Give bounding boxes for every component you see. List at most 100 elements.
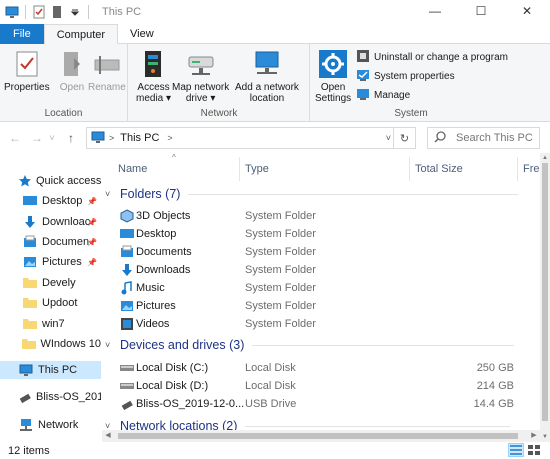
breadcrumb-chevron[interactable]: > — [167, 133, 172, 143]
manage-button[interactable]: Manage — [356, 87, 410, 104]
customize-chevron-icon[interactable] — [67, 4, 83, 20]
open-settings-button[interactable]: Open Settings — [315, 48, 351, 104]
collapse-chevron-icon[interactable]: ˅ — [105, 340, 110, 350]
3d-objects-icon — [120, 209, 134, 223]
this-pc-icon[interactable] — [4, 4, 20, 20]
group-header-devices[interactable]: ˅ Devices and drives (3) — [105, 338, 515, 352]
pin-icon: 📌 — [87, 237, 97, 247]
nav-item-windows-10[interactable]: WIndows 10 — [0, 335, 101, 353]
ribbon-group-location: Properties Open Rename Location — [0, 44, 128, 122]
table-row[interactable]: Documents System Folder — [102, 243, 540, 261]
table-row[interactable]: Music System Folder — [102, 279, 540, 297]
scrollbar-thumb[interactable] — [542, 163, 548, 421]
row-total-size: 14.4 GB — [473, 398, 514, 410]
window-title: This PC — [102, 6, 142, 18]
breadcrumb-chevron[interactable]: > — [109, 133, 114, 143]
column-header-total-size[interactable]: Total Size — [415, 163, 463, 175]
folder-icon — [22, 336, 37, 352]
properties-button[interactable]: Properties — [4, 48, 50, 93]
refresh-button[interactable]: ↻ — [393, 128, 415, 148]
nav-item-win7[interactable]: win7 — [0, 315, 101, 333]
nav-item-devely[interactable]: Devely — [0, 274, 101, 292]
table-row[interactable]: Downloads System Folder — [102, 261, 540, 279]
column-separator[interactable] — [409, 157, 410, 181]
table-row[interactable]: Local Disk (D:) Local Disk 214 GB — [102, 377, 540, 395]
vertical-scrollbar[interactable]: ▲ ▼ — [540, 153, 550, 442]
nav-item-bliss-os[interactable]: Bliss-OS_2019- — [0, 388, 101, 406]
scrollbar-thumb[interactable] — [118, 433, 518, 439]
column-separator[interactable] — [239, 157, 240, 181]
table-row[interactable]: Videos System Folder — [102, 315, 540, 333]
table-row[interactable]: Pictures System Folder — [102, 297, 540, 315]
horizontal-scrollbar[interactable]: ◀ ▶ — [102, 430, 540, 442]
address-dropdown-button[interactable]: ˅ — [386, 133, 391, 143]
new-folder-icon[interactable] — [49, 4, 65, 20]
ribbon-tabs: File Computer View — [0, 24, 550, 45]
tab-computer[interactable]: Computer — [43, 24, 119, 45]
nav-label-quick-access: Quick access — [36, 175, 101, 187]
column-header-type[interactable]: Type — [245, 163, 269, 175]
up-button[interactable]: ↑ — [62, 131, 80, 145]
row-total-size: 250 GB — [476, 362, 514, 374]
navigation-pane: Quick access Desktop 📌 Downloac 📌 Docume… — [0, 160, 101, 442]
system-properties-button[interactable]: System properties — [356, 68, 455, 85]
table-row[interactable]: Local Disk (C:) Local Disk 250 GB — [102, 359, 540, 377]
nav-item-quick-access[interactable]: Quick access — [0, 172, 101, 190]
table-row[interactable]: Desktop System Folder — [102, 225, 540, 243]
uninstall-icon — [356, 49, 370, 66]
scroll-right-arrow[interactable]: ▶ — [528, 430, 540, 442]
row-type: System Folder — [245, 246, 316, 258]
tab-file[interactable]: File — [0, 24, 44, 44]
scroll-down-arrow[interactable]: ▼ — [540, 432, 550, 442]
scroll-up-arrow[interactable]: ▲ — [540, 153, 550, 163]
nav-item-pictures[interactable]: Pictures 📌 — [0, 253, 101, 271]
maximize-button[interactable]: ☐ — [458, 0, 504, 22]
nav-item-updoot[interactable]: Updoot — [0, 294, 101, 312]
row-name: Downloads — [136, 264, 191, 276]
access-media-button[interactable]: Access media ▾ — [136, 48, 171, 104]
nav-label-this-pc: This PC — [38, 364, 78, 376]
nav-label-documents: Documen — [42, 236, 90, 248]
search-box[interactable]: Search This PC — [427, 127, 540, 149]
address-bar[interactable]: > This PC > ˅ ↻ — [86, 127, 416, 149]
nav-item-downloads[interactable]: Downloac 📌 — [0, 213, 101, 231]
tab-view[interactable]: View — [118, 24, 166, 44]
recent-locations-button[interactable]: ˅ — [46, 133, 58, 143]
forward-button[interactable]: → — [28, 131, 46, 145]
nav-item-network[interactable]: Network — [0, 416, 101, 434]
breadcrumb-this-pc[interactable]: This PC — [120, 132, 159, 144]
scroll-left-arrow[interactable]: ◀ — [102, 430, 114, 442]
column-separator[interactable] — [517, 157, 518, 181]
add-network-location-button[interactable]: Add a network location — [235, 48, 299, 104]
group-header-folders[interactable]: ˅ Folders (7) — [105, 187, 519, 201]
title-bar: This PC — ☐ ✕ — [0, 0, 550, 24]
row-name: 3D Objects — [136, 210, 191, 222]
table-row[interactable]: 3D Objects System Folder — [102, 207, 540, 225]
properties-check-icon[interactable] — [31, 4, 47, 20]
details-view-button[interactable] — [508, 443, 524, 457]
large-icons-view-button[interactable] — [526, 443, 542, 457]
open-icon — [56, 48, 88, 80]
back-button[interactable]: ← — [6, 131, 24, 145]
nav-item-this-pc[interactable]: This PC — [0, 361, 101, 379]
map-network-drive-button[interactable]: Map network drive ▾ — [172, 48, 229, 104]
access-media-label-2: media ▾ — [136, 93, 172, 104]
column-header-free-space[interactable]: Fre — [523, 163, 540, 175]
collapse-chevron-icon[interactable]: ˅ — [105, 189, 110, 199]
add-network-location-icon — [251, 48, 283, 80]
group-divider — [188, 193, 519, 195]
table-row[interactable]: Bliss-OS_2019-12-0... USB Drive 14.4 GB — [102, 395, 540, 413]
close-button[interactable]: ✕ — [504, 0, 550, 22]
uninstall-program-button[interactable]: Uninstall or change a program — [356, 49, 508, 66]
pin-icon: 📌 — [87, 196, 97, 206]
column-header-name[interactable]: Name — [118, 163, 147, 175]
rename-icon — [91, 48, 123, 80]
minimize-button[interactable]: — — [412, 0, 458, 22]
open-button[interactable]: Open — [56, 48, 88, 93]
hard-drive-icon — [120, 361, 134, 375]
map-network-drive-label: Map network — [172, 82, 230, 93]
network-icon — [18, 417, 34, 433]
nav-item-documents[interactable]: Documen 📌 — [0, 233, 101, 251]
rename-button[interactable]: Rename — [88, 48, 126, 93]
nav-item-desktop[interactable]: Desktop 📌 — [0, 192, 101, 210]
